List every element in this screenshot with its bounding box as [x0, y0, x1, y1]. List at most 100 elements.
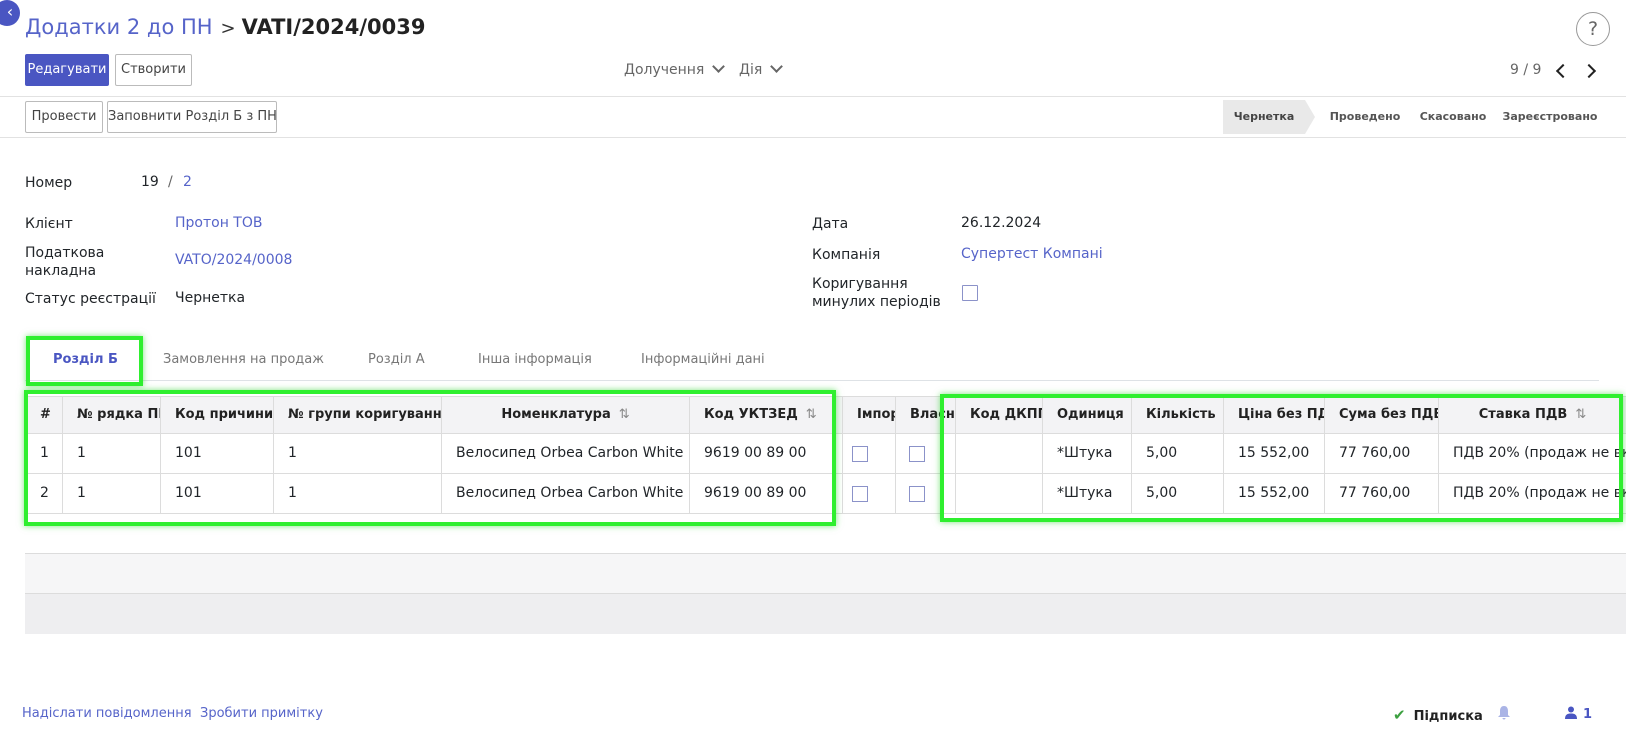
row-price[interactable]: 15 552,00 [1224, 434, 1325, 473]
client-link[interactable]: Протон ТОВ [175, 215, 262, 231]
pager-previous-icon[interactable] [1555, 63, 1571, 79]
client-label: Клієнт [25, 216, 73, 232]
column-header-correction-group[interactable]: № групи коригування [274, 397, 442, 433]
row-own-checkbox[interactable] [909, 446, 925, 462]
tab-sales-order[interactable]: Замовлення на продаж [163, 352, 324, 367]
correction-checkbox[interactable] [962, 285, 978, 301]
company-link[interactable]: Супертест Компані [961, 246, 1103, 262]
fill-section-b-button[interactable]: Заповнити Розділ Б з ПН [107, 101, 277, 133]
row-import-checkbox[interactable] [852, 446, 868, 462]
table-row[interactable]: 2 1 101 1 Велосипед Orbea Carbon White 9… [25, 474, 1626, 514]
action-dropdown[interactable]: Дія [739, 60, 784, 78]
breadcrumb: Додатки 2 до ПН > VATI/2024/0039 [25, 15, 425, 39]
stage-draft[interactable]: Чернетка [1223, 100, 1305, 134]
edit-button[interactable]: Редагувати [25, 54, 109, 86]
column-header-amount[interactable]: Сума без ПДВ [1325, 397, 1439, 433]
table-empty-row [25, 554, 1626, 594]
stage-registered[interactable]: Зареєстровано [1494, 100, 1606, 134]
column-header-import[interactable]: Імпорт [843, 397, 896, 433]
row-vat-rate[interactable]: ПДВ 20% (продаж не вкл) [1439, 474, 1626, 513]
row-own-checkbox[interactable] [909, 486, 925, 502]
invoice-label-line1: Податкова [25, 245, 105, 261]
row-invoice-line[interactable]: 1 [63, 474, 161, 513]
row-vat-rate[interactable]: ПДВ 20% (продаж не вкл) [1439, 434, 1626, 473]
section-b-table: # № рядка ПН Код причини № групи коригув… [25, 396, 1626, 636]
control-panel: ‹ Додатки 2 до ПН > VATI/2024/0039 ? Редаг… [0, 0, 1626, 96]
row-product[interactable]: Велосипед Orbea Carbon White [442, 434, 690, 473]
invoice-label-line2: накладна [25, 263, 97, 279]
chevron-down-icon [712, 60, 726, 73]
row-reason-code[interactable]: 101 [161, 474, 274, 513]
column-header-vat-rate[interactable]: Ставка ПДВ ⇅ [1439, 397, 1626, 433]
sort-icon[interactable]: ⇅ [806, 407, 817, 422]
stage-arrow [1305, 100, 1315, 134]
create-button[interactable]: Створити [115, 54, 192, 86]
column-header-quantity[interactable]: Кількість [1132, 397, 1224, 433]
invoice-link[interactable]: VATO/2024/0008 [175, 252, 292, 268]
row-unit[interactable]: *Штука [1043, 474, 1132, 513]
follow-button[interactable]: ✔ Підписка [1393, 706, 1483, 724]
date-label: Дата [812, 216, 849, 232]
followers-count: 1 [1583, 707, 1593, 722]
attachments-dropdown[interactable]: Долучення [624, 60, 726, 78]
log-note-link[interactable]: Зробити примітку [200, 706, 323, 721]
number-separator: / [168, 174, 173, 190]
column-header-reason-code[interactable]: Код причини [161, 397, 274, 433]
check-icon: ✔ [1393, 706, 1406, 724]
row-price[interactable]: 15 552,00 [1224, 474, 1325, 513]
sort-icon[interactable]: ⇅ [619, 407, 630, 422]
number-sub-value[interactable]: 2 [183, 174, 192, 190]
column-header-number[interactable]: # [25, 397, 63, 433]
user-icon [1565, 706, 1577, 719]
row-correction-group[interactable]: 1 [274, 474, 442, 513]
number-label: Номер [25, 175, 73, 191]
column-header-dkpp[interactable]: Код ДКПП [956, 397, 1043, 433]
row-import-checkbox[interactable] [852, 486, 868, 502]
tab-section-a[interactable]: Розділ А [368, 352, 425, 367]
bell-icon[interactable] [1497, 705, 1511, 725]
back-icon[interactable]: ‹ [0, 0, 20, 26]
tab-section-b[interactable]: Розділ Б [53, 352, 118, 367]
correction-label-line2: минулих періодів [812, 294, 941, 310]
row-quantity[interactable]: 5,00 [1132, 474, 1224, 513]
registration-status-label: Статус реєстрації [25, 291, 156, 307]
table-empty-row [25, 514, 1626, 554]
pager-next-icon[interactable] [1581, 63, 1597, 79]
row-dkpp[interactable] [956, 474, 1043, 513]
row-uktzed[interactable]: 9619 00 89 00 [690, 434, 843, 473]
followers-button[interactable]: 1 [1565, 706, 1592, 722]
send-message-link[interactable]: Надіслати повідомлення [22, 706, 192, 721]
sort-icon[interactable]: ⇅ [1575, 407, 1586, 422]
action-dropdown-label: Дія [739, 62, 763, 78]
row-invoice-line[interactable]: 1 [63, 434, 161, 473]
number-main-value[interactable]: 19 [141, 174, 159, 190]
tab-info-data[interactable]: Інформаційні дані [641, 352, 765, 367]
row-correction-group[interactable]: 1 [274, 434, 442, 473]
row-amount[interactable]: 77 760,00 [1325, 434, 1439, 473]
row-uktzed[interactable]: 9619 00 89 00 [690, 474, 843, 513]
row-quantity[interactable]: 5,00 [1132, 434, 1224, 473]
column-header-invoice-line[interactable]: № рядка ПН [63, 397, 161, 433]
row-own-cell [896, 474, 956, 513]
post-button[interactable]: Провести [25, 101, 103, 133]
row-dkpp[interactable] [956, 434, 1043, 473]
tab-other-info[interactable]: Інша інформація [478, 352, 592, 367]
stage-posted[interactable]: Проведено [1318, 100, 1412, 134]
column-header-price[interactable]: Ціна без ПДВ [1224, 397, 1325, 433]
column-header-own[interactable]: Власне [896, 397, 956, 433]
row-unit[interactable]: *Штука [1043, 434, 1132, 473]
column-header-uktzed[interactable]: Код УКТЗЕД ⇅ [690, 397, 843, 433]
date-value[interactable]: 26.12.2024 [961, 215, 1041, 231]
row-reason-code[interactable]: 101 [161, 434, 274, 473]
row-product[interactable]: Велосипед Orbea Carbon White [442, 474, 690, 513]
stage-cancelled[interactable]: Скасовано [1412, 100, 1494, 134]
help-button[interactable]: ? [1576, 12, 1610, 46]
column-header-unit[interactable]: Одиниця [1043, 397, 1132, 433]
row-amount[interactable]: 77 760,00 [1325, 474, 1439, 513]
column-header-product[interactable]: Номенклатура ⇅ [442, 397, 690, 433]
table-row[interactable]: 1 1 101 1 Велосипед Orbea Carbon White 9… [25, 434, 1626, 474]
correction-label-line1: Коригування [812, 276, 908, 292]
breadcrumb-parent-link[interactable]: Додатки 2 до ПН [25, 15, 213, 39]
tabs-divider [25, 380, 1599, 381]
pager-value[interactable]: 9 / 9 [1510, 62, 1541, 78]
